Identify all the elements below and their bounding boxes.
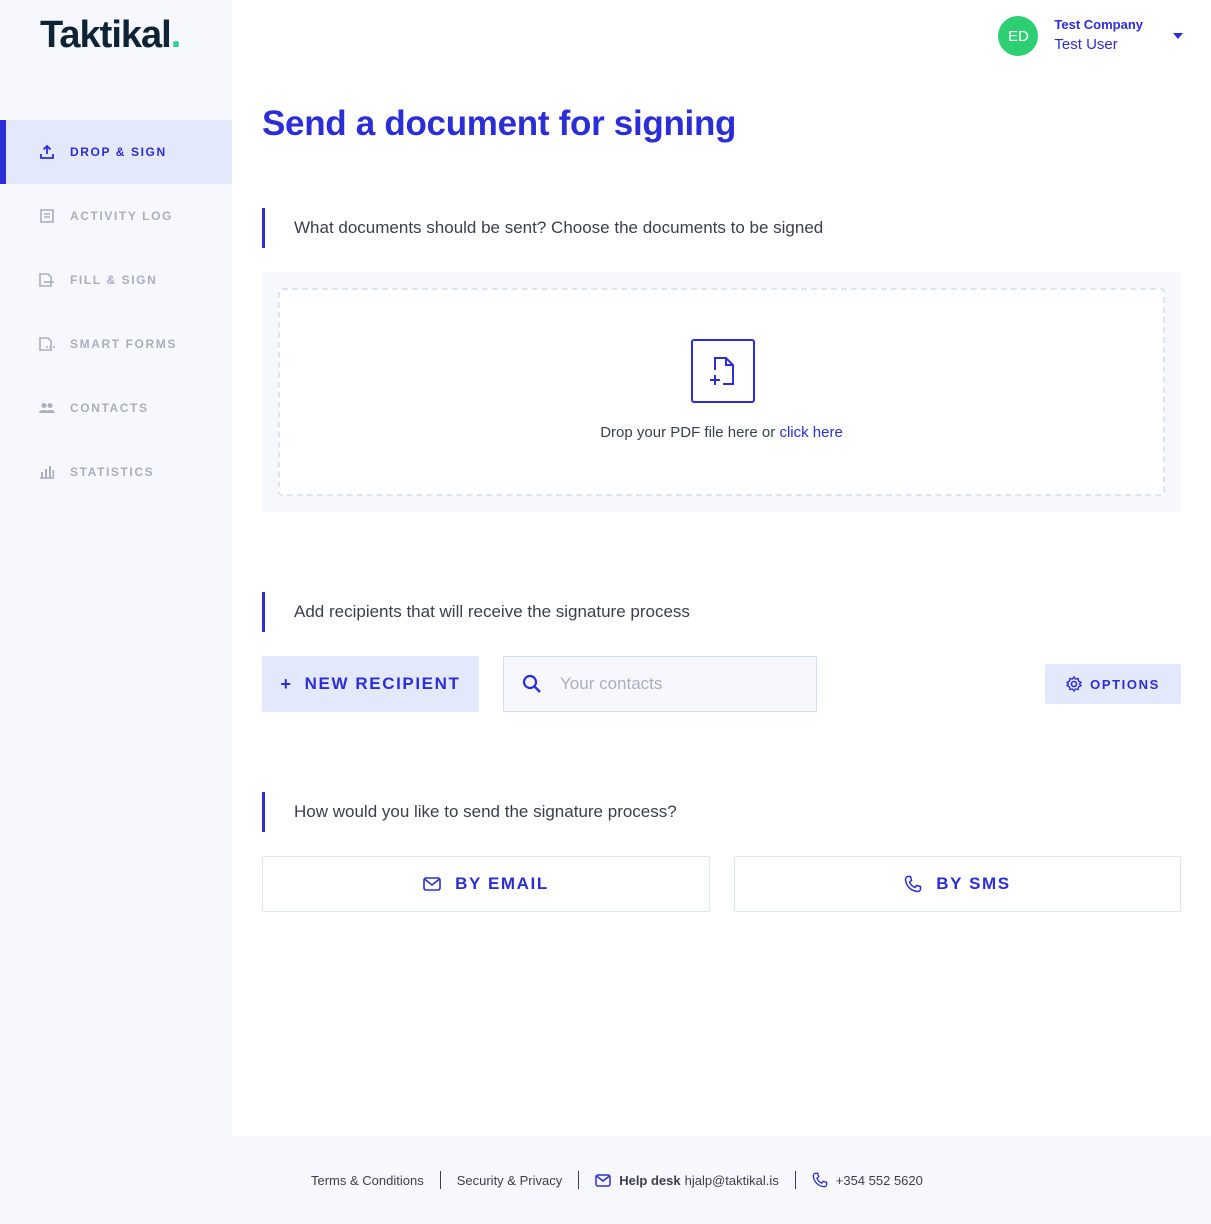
sidebar-item-smart-forms[interactable]: SMART FORMS <box>0 312 232 376</box>
caret-down-icon[interactable] <box>1173 33 1183 39</box>
helpdesk-email-link[interactable]: hjalp@taktikal.is <box>685 1173 779 1188</box>
options-button[interactable]: OPTIONS <box>1045 664 1181 704</box>
user-menu[interactable]: ED Test Company Test User <box>998 16 1183 56</box>
sidebar-item-label: FILL & SIGN <box>70 273 158 287</box>
sidebar-nav: DROP & SIGN ACTIVITY LOG FILL & SIGN SMA… <box>0 120 232 504</box>
mail-icon <box>423 877 441 891</box>
helpdesk-label: Help desk <box>619 1172 681 1188</box>
footer: Terms & Conditions Security & Privacy He… <box>232 1136 1211 1224</box>
sidebar: Taktikal. DROP & SIGN ACTIVITY LOG FILL … <box>0 0 232 1224</box>
sidebar-item-drop-sign[interactable]: DROP & SIGN <box>0 120 232 184</box>
by-email-label: BY EMAIL <box>455 874 549 893</box>
contacts-search[interactable] <box>503 656 817 712</box>
gear-icon <box>1066 676 1083 692</box>
footer-divider <box>439 1171 441 1189</box>
new-recipient-button[interactable]: + NEW RECIPIENT <box>262 656 479 712</box>
sidebar-item-fill-sign[interactable]: FILL & SIGN <box>0 248 232 312</box>
sidebar-item-label: STATISTICS <box>70 465 155 479</box>
send-by-sms-button[interactable]: BY SMS <box>734 856 1181 912</box>
phone-icon <box>904 875 922 893</box>
sidebar-item-label: SMART FORMS <box>70 337 177 351</box>
sidebar-item-contacts[interactable]: CONTACTS <box>0 376 232 440</box>
recipients-prompt: Add recipients that will receive the sig… <box>262 592 690 632</box>
plus-icon: + <box>280 673 293 694</box>
bar-chart-icon <box>38 463 56 481</box>
security-link[interactable]: Security & Privacy <box>457 1173 562 1188</box>
sidebar-item-label: DROP & SIGN <box>70 145 167 159</box>
file-dropzone[interactable]: Drop your PDF file here or click here <box>278 288 1165 496</box>
mail-icon <box>595 1173 611 1187</box>
footer-divider <box>794 1171 796 1189</box>
documents-prompt: What documents should be sent? Choose th… <box>262 208 823 248</box>
phone-link[interactable]: +354 552 5620 <box>836 1173 923 1188</box>
upload-icon <box>38 143 56 161</box>
dropzone-container: Drop your PDF file here or click here <box>262 272 1181 512</box>
people-icon <box>38 399 56 417</box>
sidebar-item-statistics[interactable]: STATISTICS <box>0 440 232 504</box>
options-label: OPTIONS <box>1090 676 1160 692</box>
by-sms-label: BY SMS <box>936 874 1011 893</box>
send-method-prompt: How would you like to send the signature… <box>262 792 677 832</box>
document-dots-icon <box>38 335 56 353</box>
user-name: Test User <box>1054 36 1118 53</box>
document-list-icon <box>38 207 56 225</box>
sidebar-item-label: ACTIVITY LOG <box>70 209 173 223</box>
send-by-email-button[interactable]: BY EMAIL <box>262 856 710 912</box>
drop-instructions: Drop your PDF file here or click here <box>600 424 843 441</box>
main-content: ED Test Company Test User Send a documen… <box>232 0 1211 1136</box>
brand-logo[interactable]: Taktikal. <box>40 14 181 57</box>
contacts-search-input[interactable] <box>560 674 780 694</box>
page-title: Send a document for signing <box>262 104 737 143</box>
document-pen-icon <box>38 271 56 289</box>
sidebar-item-label: CONTACTS <box>70 401 149 415</box>
user-info: Test Company Test User <box>1054 16 1143 56</box>
terms-link[interactable]: Terms & Conditions <box>311 1173 424 1188</box>
new-recipient-label: NEW RECIPIENT <box>304 674 461 693</box>
footer-divider <box>578 1171 580 1189</box>
sidebar-item-activity-log[interactable]: ACTIVITY LOG <box>0 184 232 248</box>
phone-icon <box>812 1172 828 1188</box>
search-icon <box>522 674 542 694</box>
click-here-link[interactable]: click here <box>779 424 842 441</box>
add-file-icon[interactable] <box>691 339 755 403</box>
avatar: ED <box>998 16 1039 56</box>
company-name: Test Company <box>1054 17 1143 32</box>
